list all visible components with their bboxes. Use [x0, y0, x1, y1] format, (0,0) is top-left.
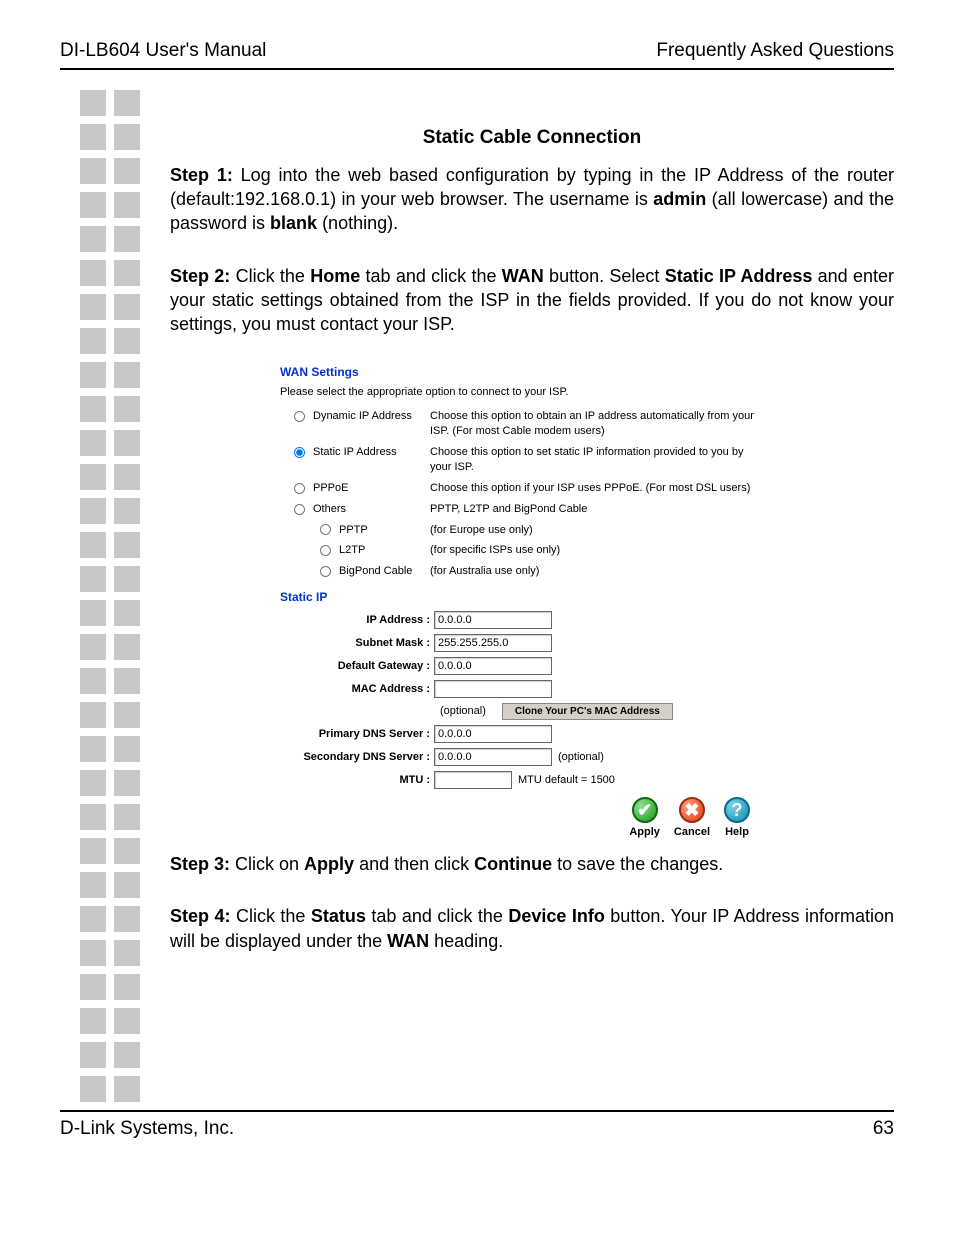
cancel-icon: ✖ — [679, 797, 705, 823]
primary-dns-input[interactable] — [434, 725, 552, 743]
step4-paragraph: Step 4: Click the Status tab and click t… — [170, 904, 894, 953]
radio-others[interactable] — [294, 504, 305, 515]
mtu-label: MTU : — [280, 773, 434, 788]
clone-mac-button[interactable]: Clone Your PC's MAC Address — [502, 703, 673, 720]
step2-label: Step 2: — [170, 266, 230, 286]
optional-note-2: (optional) — [558, 750, 604, 765]
subnet-mask-input[interactable] — [434, 634, 552, 652]
section-title: Static Cable Connection — [170, 125, 894, 151]
help-button[interactable]: ? Help — [724, 797, 750, 840]
step2-paragraph: Step 2: Click the Home tab and click the… — [170, 264, 894, 337]
default-gateway-input[interactable] — [434, 657, 552, 675]
help-icon: ? — [724, 797, 750, 823]
decorative-squares — [80, 90, 140, 1110]
option-static-ip[interactable]: Static IP Address Choose this option to … — [280, 445, 760, 475]
option-l2tp[interactable]: L2TP (for specific ISPs use only) — [280, 543, 760, 558]
mtu-input[interactable] — [434, 771, 512, 789]
wan-settings-title: WAN Settings — [280, 364, 760, 380]
static-ip-title: Static IP — [280, 589, 760, 605]
ip-address-input[interactable] — [434, 611, 552, 629]
radio-pppoe[interactable] — [294, 483, 305, 494]
step1-label: Step 1: — [170, 165, 233, 185]
step3-paragraph: Step 3: Click on Apply and then click Co… — [170, 852, 894, 876]
secondary-dns-label: Secondary DNS Server : — [280, 750, 434, 765]
radio-pptp[interactable] — [320, 524, 331, 535]
default-gateway-label: Default Gateway : — [280, 659, 434, 674]
radio-l2tp[interactable] — [320, 545, 331, 556]
header-left: DI-LB604 User's Manual — [60, 40, 266, 62]
radio-static-ip[interactable] — [294, 447, 305, 458]
router-screenshot: WAN Settings Please select the appropria… — [280, 364, 760, 840]
mac-address-input[interactable] — [434, 680, 552, 698]
option-others[interactable]: Others PPTP, L2TP and BigPond Cable — [280, 502, 760, 517]
option-dynamic-ip[interactable]: Dynamic IP Address Choose this option to… — [280, 409, 760, 439]
step3-label: Step 3: — [170, 854, 230, 874]
optional-note: (optional) — [440, 704, 486, 719]
option-pptp[interactable]: PPTP (for Europe use only) — [280, 523, 760, 538]
footer-company: D-Link Systems, Inc. — [60, 1118, 234, 1140]
subnet-mask-label: Subnet Mask : — [280, 636, 434, 651]
wan-settings-subtitle: Please select the appropriate option to … — [280, 385, 760, 400]
step4-label: Step 4: — [170, 906, 230, 926]
option-pppoe[interactable]: PPPoE Choose this option if your ISP use… — [280, 481, 760, 496]
radio-dynamic-ip[interactable] — [294, 411, 305, 422]
mtu-note: MTU default = 1500 — [518, 773, 615, 788]
page-number: 63 — [873, 1118, 894, 1140]
mac-address-label: MAC Address : — [280, 682, 434, 697]
apply-button[interactable]: ✔ Apply — [629, 797, 660, 840]
ip-address-label: IP Address : — [280, 613, 434, 628]
primary-dns-label: Primary DNS Server : — [280, 727, 434, 742]
header-right: Frequently Asked Questions — [656, 40, 894, 62]
option-bigpond[interactable]: BigPond Cable (for Australia use only) — [280, 564, 760, 579]
radio-bigpond[interactable] — [320, 566, 331, 577]
page-footer: D-Link Systems, Inc. 63 — [60, 1110, 894, 1140]
secondary-dns-input[interactable] — [434, 748, 552, 766]
check-icon: ✔ — [632, 797, 658, 823]
step1-paragraph: Step 1: Log into the web based configura… — [170, 163, 894, 236]
cancel-button[interactable]: ✖ Cancel — [674, 797, 710, 840]
page-header: DI-LB604 User's Manual Frequently Asked … — [60, 40, 894, 70]
